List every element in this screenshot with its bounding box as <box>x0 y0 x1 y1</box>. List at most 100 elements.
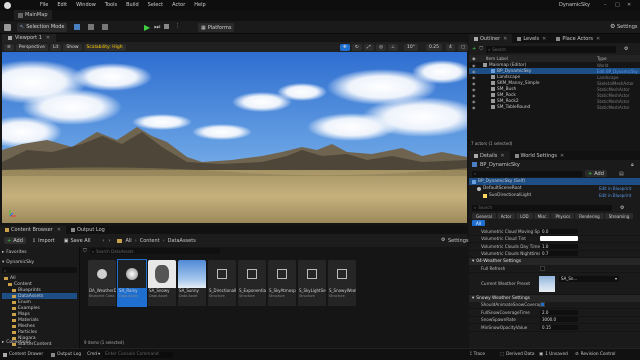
asset-tile[interactable]: S_SkyAtmosphereStructure <box>268 260 296 306</box>
asset-tile[interactable]: SA_Sunny Data Asset <box>178 260 206 306</box>
lock-icon[interactable]: 🔒︎ <box>631 162 634 168</box>
cmd-dropdown[interactable]: Cmd ▾ <box>87 352 100 357</box>
snowy-weather-section[interactable]: ▾ Snowy Weather Settings <box>469 294 640 302</box>
menu-window[interactable]: Window <box>76 2 96 8</box>
import-button[interactable]: ⇩ Import <box>29 237 58 244</box>
maximize-viewport-icon[interactable]: ▢ <box>458 43 469 51</box>
world-settings-tab[interactable]: World Settings ✕ <box>510 151 570 160</box>
derived-data-button[interactable]: ⬚ Derived Data <box>500 352 535 357</box>
asset-tile[interactable]: DA_WeatherDataAssetBaseBlueprint Class <box>88 260 116 306</box>
color-swatch[interactable] <box>540 236 578 242</box>
viewport-menu-button[interactable]: ≡ <box>4 43 14 51</box>
settings-icon[interactable]: ⚙ <box>610 23 615 30</box>
filter-tab-all[interactable]: All <box>472 220 485 226</box>
output-log-tab[interactable]: Output Log <box>66 226 110 234</box>
stop-button[interactable] <box>164 24 169 29</box>
edit-in-blueprint-link[interactable]: Edit in Blueprint <box>599 193 631 198</box>
asset-tile[interactable]: SA_Snowy Data Asset <box>148 260 176 306</box>
blueprint-icon[interactable] <box>74 24 81 30</box>
level-viewport[interactable] <box>2 52 467 223</box>
visibility-eye-icon[interactable]: ◉ <box>472 63 476 68</box>
property-value-input[interactable]: 0.15 <box>540 324 578 330</box>
breadcrumb-content[interactable]: Content <box>140 238 160 244</box>
filter-icon[interactable]: ⛉ <box>83 248 87 254</box>
item-label-header[interactable]: Item Label <box>486 56 508 61</box>
add-icon[interactable]: + <box>472 46 476 52</box>
perspective-button[interactable]: Perspective <box>15 43 48 51</box>
property-checkbox[interactable] <box>540 302 545 308</box>
visibility-eye-icon[interactable]: ◉ <box>472 87 476 92</box>
content-drawer-button[interactable]: Content Drawer <box>3 352 43 357</box>
back-arrow-icon[interactable]: ‹ <box>103 238 105 244</box>
maximize-button[interactable]: □ <box>615 2 620 8</box>
asset-tile[interactable]: S_SkyLightSettingsStructure <box>298 260 326 306</box>
show-button[interactable]: Show <box>63 43 82 51</box>
property-value-input[interactable]: 0.7 <box>540 251 578 257</box>
selection-mode-button[interactable]: ↖ Selection Mode <box>17 22 68 32</box>
world-local-icon[interactable]: ◎ <box>376 43 386 51</box>
menu-tools[interactable]: Tools <box>105 2 117 8</box>
settings-label[interactable]: Settings <box>617 24 638 30</box>
settings-icon[interactable]: ⚙ <box>441 237 445 243</box>
content-browser-tab[interactable]: Content Browser ✕ <box>0 226 66 234</box>
property-value-input[interactable]: 3000.0 <box>540 317 578 323</box>
menu-build[interactable]: Build <box>126 2 139 8</box>
filter-tab-streaming[interactable]: Streaming <box>604 213 634 219</box>
revision-control-button[interactable]: ⊘ Revision Control <box>575 352 615 357</box>
full-refresh-checkbox[interactable] <box>540 266 545 271</box>
camera-speed-value[interactable]: 4 <box>446 43 455 51</box>
details-search-input[interactable]: ⌕ Search <box>472 204 612 211</box>
scale-icon[interactable]: ⤢ <box>364 43 374 51</box>
asset-tile[interactable]: S_SnowyWeatherSettingsStructure <box>328 260 356 306</box>
menu-actor[interactable]: Actor <box>172 2 185 8</box>
details-settings-icon[interactable]: ⚙ <box>620 205 624 211</box>
save-icon[interactable] <box>4 23 11 31</box>
project-root-header[interactable]: ▾ DynamicSky <box>2 259 77 265</box>
component-self-row[interactable]: BP_DynamicSky (Self) <box>469 178 640 185</box>
favorites-header[interactable]: ▸ Favorites <box>2 249 77 255</box>
translate-icon[interactable]: ✥ <box>340 43 350 51</box>
property-value-input[interactable]: 2.0 <box>540 309 578 315</box>
step-button[interactable]: ⏭ <box>154 23 160 32</box>
filter-tab-lod[interactable]: LOD <box>516 213 533 219</box>
collections-header[interactable]: ▸ Collections <box>2 339 31 345</box>
console-input[interactable]: Enter Console Command <box>103 351 174 358</box>
filter-tab-physics[interactable]: Physics <box>551 213 575 219</box>
add-button[interactable]: + Add <box>4 237 26 244</box>
outliner-row-type[interactable]: Edit BP_DynamicSky <box>597 69 638 74</box>
asset-tile[interactable]: S_DirectionalLightSettingsStructure <box>208 260 236 306</box>
asset-tile[interactable]: S_ExponentialHeightFogStructure <box>238 260 266 306</box>
blueprint-edit-icon[interactable]: ▤ <box>619 171 624 177</box>
visibility-column-icon[interactable]: ◉ <box>472 56 476 61</box>
more-options-icon[interactable]: ⋮ <box>175 23 180 29</box>
visibility-eye-icon[interactable]: ◉ <box>472 105 476 110</box>
breadcrumb-dataassets[interactable]: DataAssets <box>168 238 196 244</box>
trace-button[interactable]: ⟟ Trace <box>470 352 485 357</box>
filter-tab-general[interactable]: General <box>472 213 496 219</box>
outliner-search-input[interactable]: ⌕ Search <box>485 45 616 53</box>
breadcrumb-all[interactable]: All <box>126 238 132 244</box>
angle-snap-value[interactable]: 10° <box>404 43 418 51</box>
type-header[interactable]: Type <box>597 56 607 61</box>
property-value-input[interactable]: 1.0 <box>540 243 578 249</box>
asset-tile[interactable]: SA_Rainy Data Asset <box>117 259 147 307</box>
menu-file[interactable]: File <box>40 2 48 8</box>
cinematics-icon[interactable] <box>88 24 95 30</box>
scale-snap-value[interactable]: 0.25 <box>426 43 443 51</box>
actor-name[interactable]: BP_DynamicSky <box>480 162 520 168</box>
forward-arrow-icon[interactable]: › <box>109 238 111 244</box>
component-defaultsceneroot-row[interactable]: DefaultSceneRoot Edit in Blueprint <box>469 185 640 192</box>
minimize-button[interactable]: – <box>604 2 607 8</box>
rotate-icon[interactable]: ↻ <box>352 43 362 51</box>
details-tab[interactable]: Details ✕ <box>469 151 510 160</box>
weather-settings-section[interactable]: ▾ 04-Weather Settings <box>469 258 640 265</box>
place-actors-tab[interactable]: Place Actors ✕ <box>551 34 605 43</box>
filter-tab-rendering[interactable]: Rendering <box>575 213 604 219</box>
scalability-button[interactable]: Scalability: High <box>83 43 126 51</box>
menu-help[interactable]: Help <box>194 2 205 8</box>
visibility-eye-icon[interactable]: ◉ <box>472 75 476 80</box>
cb-settings-label[interactable]: Settings <box>448 238 469 244</box>
filter-tab-actor[interactable]: Actor <box>496 213 516 219</box>
lit-button[interactable]: Lit <box>49 43 62 51</box>
add-component-button[interactable]: + Add <box>585 170 607 177</box>
